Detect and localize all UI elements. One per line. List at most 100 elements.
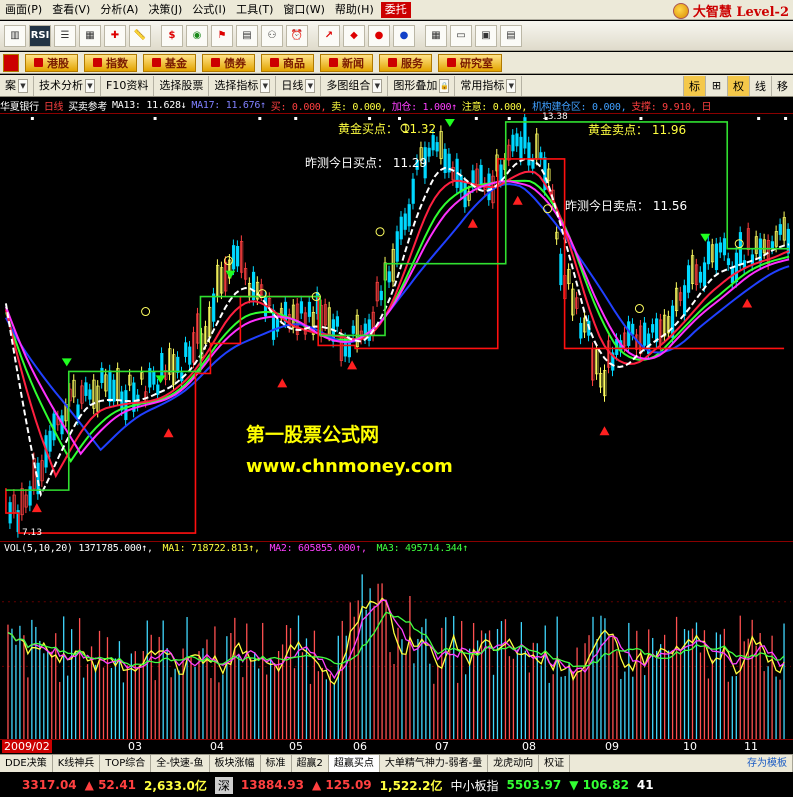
tab-sector-gain[interactable]: 板块涨幅 — [210, 755, 261, 772]
chart-icon[interactable]: ▥ — [4, 24, 26, 47]
candle-body — [539, 152, 543, 160]
category-research-button[interactable]: 研究室 — [438, 53, 502, 72]
market-status-bar: 3317.04 ▲ 52.41 2,633.0亿 深 13884.93 ▲ 12… — [0, 773, 793, 797]
scan-icon[interactable]: ▤ — [236, 24, 258, 47]
menu-view[interactable]: 查看(V) — [47, 0, 95, 20]
candle-body — [176, 356, 180, 373]
candle-body — [379, 290, 383, 301]
binoculars-icon[interactable]: ⚇ — [261, 24, 283, 47]
chevron-down-icon[interactable]: ▼ — [506, 78, 517, 93]
calendar-icon[interactable]: ▤ — [500, 24, 522, 47]
strategy-icon[interactable]: ◉ — [186, 24, 208, 47]
candle-body — [758, 238, 762, 264]
link-icon[interactable]: ● — [393, 24, 415, 47]
stock-icon[interactable]: ↗ — [318, 24, 340, 47]
menu-formula[interactable]: 公式(I) — [187, 0, 231, 20]
tab-top[interactable]: TOP综合 — [100, 755, 152, 772]
candle-body — [399, 216, 403, 240]
rights-button[interactable]: 权 — [727, 75, 749, 96]
tab-warrant[interactable]: 权证 — [539, 755, 571, 772]
category-hk-button[interactable]: 港股 — [25, 53, 78, 72]
subbar-common-indicator[interactable]: 常用指标 ▼ — [455, 75, 523, 96]
mark-button[interactable]: 标 — [683, 75, 705, 96]
candle-body — [734, 252, 739, 283]
menu-tools[interactable]: 工具(T) — [231, 0, 278, 20]
tab-dragon-tiger[interactable]: 龙虎动向 — [488, 755, 540, 772]
category-service-button[interactable]: 服务 — [379, 53, 432, 72]
menu-window[interactable]: 窗口(W) — [278, 0, 329, 20]
tab-kline[interactable]: K线神兵 — [53, 755, 101, 772]
menu-view-screen[interactable]: 画面(P) — [0, 0, 47, 20]
candle-body — [519, 136, 523, 160]
alarm-icon[interactable]: ⏰ — [286, 24, 308, 47]
signal-ring-icon — [375, 227, 385, 237]
menu-trade-button[interactable]: 委托 — [380, 1, 411, 18]
ma17-value: MA17: 11.676↑ — [191, 100, 266, 111]
menu-help[interactable]: 帮助(H) — [330, 0, 379, 20]
low-price-marker: 7.13 — [22, 528, 43, 538]
sz-label[interactable]: 深 — [214, 776, 233, 794]
subbar-case[interactable]: 案 ▼ — [0, 75, 34, 96]
subbar-f10[interactable]: F10资料 — [101, 75, 155, 96]
volume-chart[interactable] — [0, 541, 793, 739]
tab-fast-fish[interactable]: 全-快速-鱼 — [151, 755, 210, 772]
chevron-down-icon[interactable]: ▼ — [372, 78, 383, 93]
dollar-icon[interactable]: $ — [161, 24, 183, 47]
chevron-down-icon[interactable]: ▼ — [305, 78, 316, 93]
subbar-tech-analysis[interactable]: 技术分析 ▼ — [34, 75, 101, 96]
category-home-button[interactable] — [3, 53, 19, 72]
date-label: 11 — [744, 740, 758, 753]
menu-analysis[interactable]: 分析(A) — [95, 0, 143, 20]
lock-icon[interactable]: 🔒 — [439, 78, 450, 93]
candle-body — [152, 371, 156, 385]
chevron-down-icon[interactable]: ▼ — [85, 78, 95, 93]
gold-buy-annotation: 黄金买点： 11.32 — [338, 122, 437, 136]
filter-icon[interactable]: ⚑ — [211, 24, 233, 47]
layout-icon[interactable]: ▣ — [475, 24, 497, 47]
top-marker — [30, 116, 34, 120]
expand-button[interactable]: ⊞ — [705, 75, 727, 96]
category-bond-button[interactable]: 债券 — [202, 53, 255, 72]
line-button[interactable]: 线 — [749, 75, 771, 96]
gold-sell-annotation: 黄金卖点： 11.96 — [588, 123, 687, 137]
chevron-down-icon[interactable]: ▼ — [18, 78, 28, 93]
subbar-overlay[interactable]: 图形叠加 🔒 — [388, 75, 456, 96]
window-icon[interactable]: ▭ — [450, 24, 472, 47]
sh-change: ▲ 52.41 — [84, 778, 137, 792]
tab-big-order[interactable]: 大单精气神力-弱者-量 — [380, 755, 489, 772]
rsi-icon[interactable]: RSI — [29, 24, 51, 47]
subbar-period[interactable]: 日线 ▼ — [276, 75, 322, 96]
category-commodity-button[interactable]: 商品 — [261, 53, 314, 72]
diamond-icon[interactable]: ◆ — [343, 24, 365, 47]
crosshair-icon[interactable]: ✚ — [104, 24, 126, 47]
category-index-button[interactable]: 指数 — [84, 53, 137, 72]
subbar-select-indicator[interactable]: 选择指标 ▼ — [209, 75, 277, 96]
ruler-icon[interactable]: 📏 — [129, 24, 151, 47]
toolbar: ▥ RSI ☰ ▦ ✚ 📏 $ ◉ ⚑ ▤ ⚇ ⏰ ↗ ◆ ● ● ▦ ▭ ▣ … — [0, 21, 793, 51]
tab-super-win-buy[interactable]: 超赢买点 — [328, 755, 380, 772]
save-template-button[interactable]: 存为模板 — [742, 755, 793, 772]
category-news-button[interactable]: 新闻 — [320, 53, 373, 72]
top-marker — [258, 116, 262, 120]
grid-icon[interactable]: ▦ — [79, 24, 101, 47]
tab-standard[interactable]: 标准 — [261, 755, 292, 772]
candle-body — [643, 322, 647, 346]
indicator-name: 买卖参考 — [68, 102, 108, 113]
top-marker — [757, 116, 761, 120]
fund-icon[interactable]: ● — [368, 24, 390, 47]
move-button[interactable]: 移 — [771, 75, 793, 96]
brand-icon — [672, 2, 689, 19]
chevron-down-icon[interactable]: ▼ — [260, 78, 271, 93]
list-icon[interactable]: ☰ — [54, 24, 76, 47]
menu-decision[interactable]: 决策(J) — [143, 0, 187, 20]
subbar-select-stock[interactable]: 选择股票 — [154, 75, 210, 96]
sh-amount: 2,633.0亿 — [144, 778, 207, 793]
grid2-icon[interactable]: ▦ — [425, 24, 447, 47]
tab-super-win2[interactable]: 超赢2 — [292, 755, 329, 772]
category-fund-button[interactable]: 基金 — [143, 53, 196, 72]
subbar-multi-chart[interactable]: 多图组合 ▼ — [321, 75, 389, 96]
tab-dde[interactable]: DDE决策 — [0, 755, 53, 772]
board-label[interactable]: 中小板指 — [451, 777, 499, 794]
candle-body — [511, 134, 515, 152]
candle-body — [236, 245, 240, 267]
